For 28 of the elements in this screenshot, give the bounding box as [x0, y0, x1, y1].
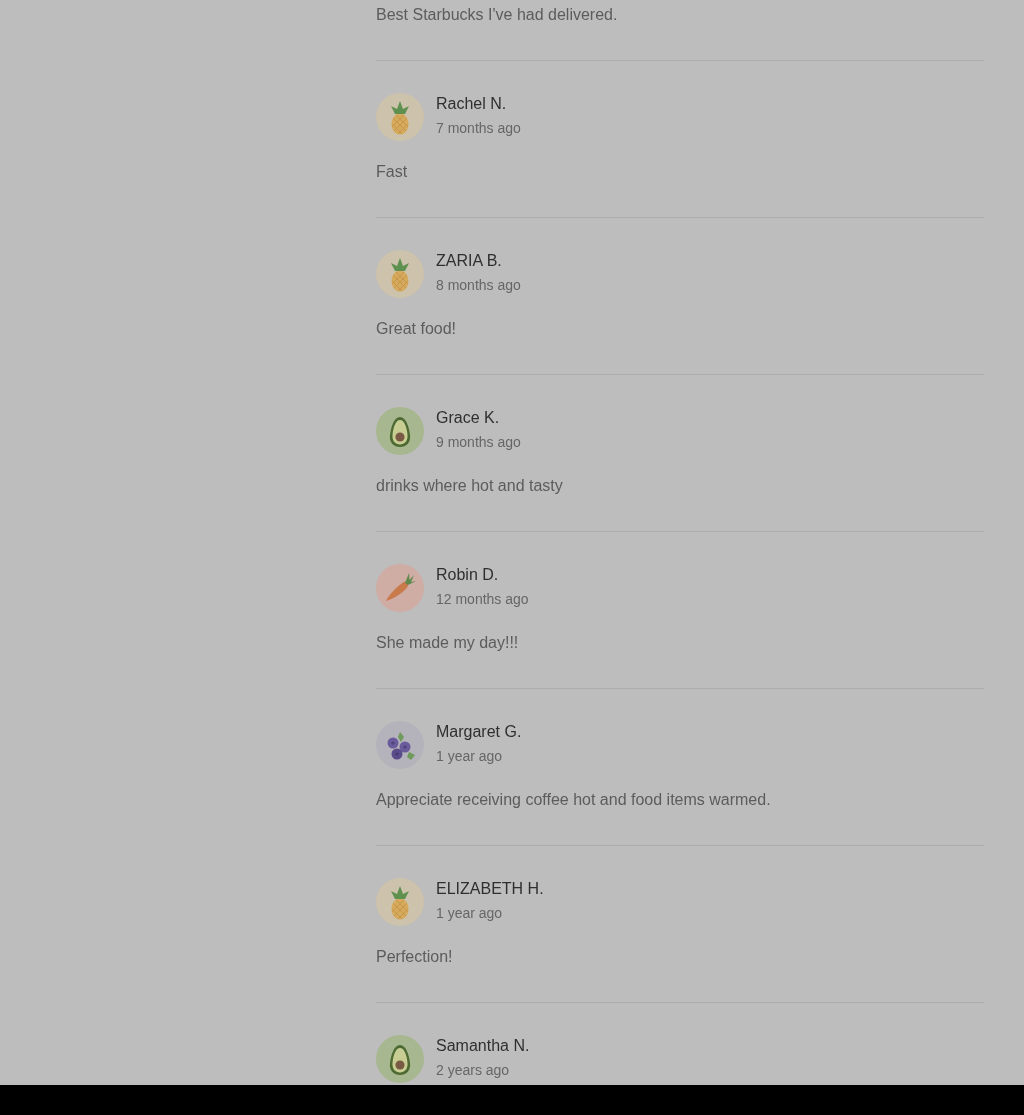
reviewer-name: Samantha N.: [436, 1036, 530, 1056]
review-date: 9 months ago: [436, 433, 521, 452]
avocado-avatar-icon: [376, 1035, 424, 1083]
reviewer-name: ELIZABETH H.: [436, 879, 544, 899]
review-date: 12 months ago: [436, 590, 529, 609]
avocado-avatar-icon: [376, 407, 424, 455]
reviewer-name: Rachel N.: [436, 94, 507, 114]
review-date: 8 months ago: [436, 276, 521, 295]
review-date: 1 year ago: [436, 747, 503, 766]
carrot-avatar-icon: [376, 564, 424, 612]
reviewer-name: Robin D.: [436, 565, 499, 585]
review-date: 7 months ago: [436, 119, 521, 138]
review-date: 1 year ago: [436, 904, 503, 923]
review-text: Appreciate receiving coffee hot and food items warmed.: [376, 790, 771, 810]
reviewer-name: Grace K.: [436, 408, 500, 428]
reviewer-name: ZARIA B.: [436, 251, 502, 271]
pineapple-avatar-icon: [376, 878, 424, 926]
review-text: Great food!: [376, 319, 457, 339]
review-text: Fast: [376, 162, 408, 182]
pineapple-avatar-icon: [376, 250, 424, 298]
review-text: drinks where hot and tasty: [376, 476, 563, 496]
review-date: 2 years ago: [436, 1061, 510, 1080]
pineapple-avatar-icon: [376, 93, 424, 141]
blueberry-avatar-icon: [376, 721, 424, 769]
review-text: Best Starbucks I've had delivered.: [376, 5, 618, 25]
review-text: Perfection!: [376, 947, 453, 967]
reviewer-name: Margaret G.: [436, 722, 522, 742]
review-text: She made my day!!!: [376, 633, 519, 653]
